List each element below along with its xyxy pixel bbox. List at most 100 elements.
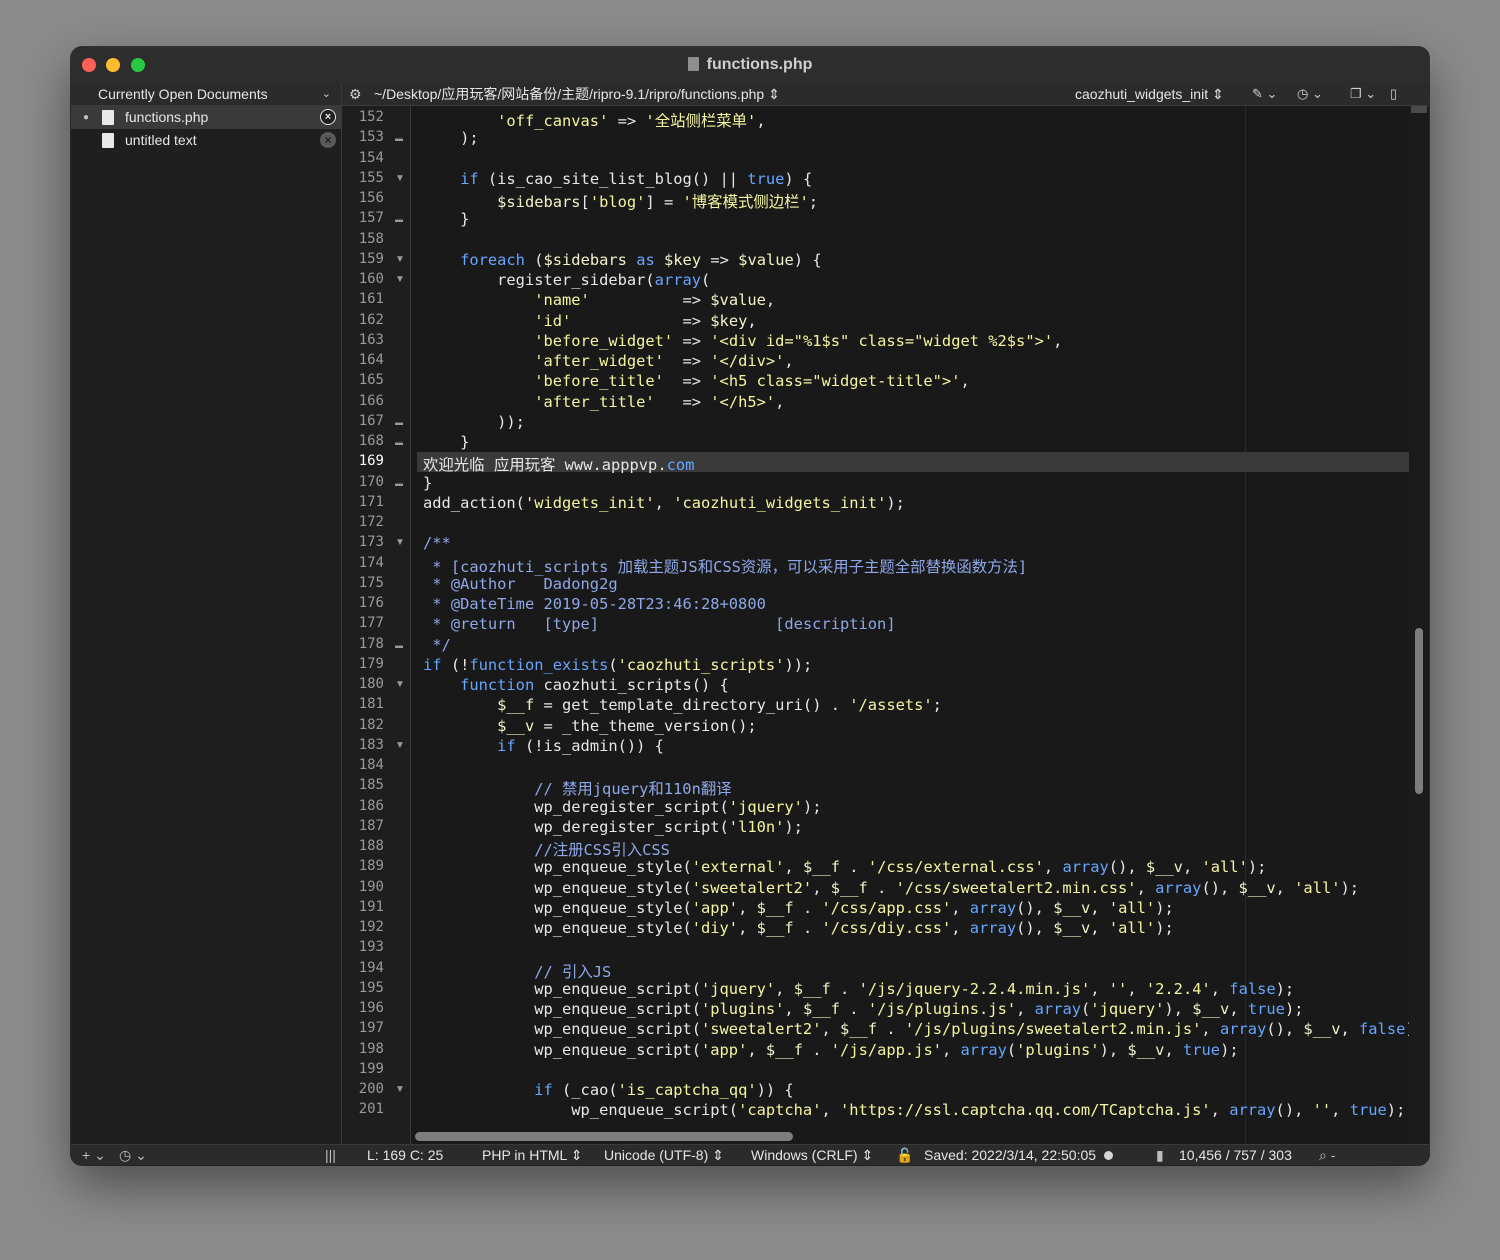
line-number: 173: [358, 534, 384, 551]
code-line: 'after_title' => '</h5>',: [423, 393, 784, 411]
encoding-popup[interactable]: Unicode (UTF-8) ⇕: [604, 1145, 724, 1165]
line-number: 191: [358, 898, 384, 915]
code-token: ) {: [793, 250, 822, 269]
code-token: ;: [808, 193, 819, 211]
code-token: if: [460, 169, 479, 188]
history-icon[interactable]: ◷ ⌄: [1297, 83, 1323, 105]
line-number: 172: [358, 514, 384, 530]
code-token: (),: [1016, 919, 1054, 937]
vertical-scrollbar[interactable]: [1409, 106, 1429, 1147]
saved-status: Saved: 2022/3/14, 22:50:05: [924, 1145, 1114, 1165]
chevron-down-icon[interactable]: ⌄: [322, 83, 331, 105]
fold-end-icon[interactable]: ▬: [395, 134, 403, 143]
document-item-untitled[interactable]: untitled text ×: [71, 129, 341, 152]
code-token: // 禁用jquery和110n翻译: [534, 780, 732, 799]
code-token: ,: [960, 372, 970, 391]
code-token: $__v: [1053, 898, 1091, 917]
document-item-functions[interactable]: ● functions.php ×: [71, 106, 341, 129]
fold-end-icon[interactable]: ▬: [395, 641, 403, 650]
code-token: */: [432, 635, 451, 654]
code-token: '': [1108, 979, 1128, 998]
code-token: =>: [571, 311, 711, 330]
code-token: );: [1275, 979, 1295, 998]
code-token: false: [1229, 979, 1276, 998]
code-token: ,: [1210, 979, 1230, 998]
fold-triangle-icon[interactable]: ▼: [395, 254, 405, 265]
code-token: ,: [1016, 1000, 1035, 1018]
code-line: wp_enqueue_style('sweetalert2', $__f . '…: [423, 879, 1359, 897]
fold-end-icon[interactable]: ▬: [395, 418, 403, 427]
document-stats-icon: ▮: [1156, 1147, 1164, 1163]
line-number: 199: [358, 1060, 384, 1077]
code-token: (: [608, 655, 618, 674]
open-documents-header[interactable]: Currently Open Documents ⌄: [71, 83, 341, 106]
code-line: wp_enqueue_script('captcha', 'https://ss…: [423, 1101, 1405, 1119]
recent-documents-button[interactable]: ◷ ⌄: [119, 1145, 147, 1165]
code-token: );: [802, 797, 822, 816]
line-number: 179: [358, 655, 384, 672]
fold-end-icon[interactable]: ▬: [395, 215, 403, 224]
line-number: 156: [358, 190, 384, 206]
code-token: 'all': [1201, 858, 1248, 877]
code-token: foreach: [460, 250, 525, 269]
line-number: 171: [358, 493, 384, 510]
line-endings-popup[interactable]: Windows (CRLF) ⇕: [751, 1145, 873, 1165]
fold-triangle-icon[interactable]: ▼: [395, 274, 405, 285]
code-token: 'off_canvas': [497, 112, 609, 130]
fold-triangle-icon[interactable]: ▼: [395, 1084, 405, 1095]
code-token: (: [1081, 1000, 1091, 1018]
function-popup[interactable]: caozhuti_widgets_init ⇕: [1075, 83, 1224, 105]
fold-end-icon[interactable]: ▬: [395, 479, 403, 488]
document-info-icon[interactable]: ▯: [1390, 83, 1397, 105]
code-line: if (!is_admin()) {: [423, 737, 664, 755]
gear-icon[interactable]: ⚙: [349, 83, 362, 105]
add-label: +: [82, 1147, 91, 1163]
modified-dot-icon: ●: [83, 112, 90, 123]
clock-icon: ◷: [119, 1147, 132, 1163]
cursor-position[interactable]: L: 169 C: 25: [367, 1145, 443, 1165]
code-token: 'after_title': [534, 392, 655, 411]
split-bar[interactable]: [1411, 106, 1427, 113]
zoom-minus: -: [1330, 1147, 1336, 1163]
code-token: ,: [775, 979, 794, 998]
marker-icon[interactable]: ✎ ⌄: [1252, 83, 1277, 105]
close-document-icon[interactable]: ×: [320, 132, 336, 148]
code-token: 'caozhuti_scripts': [617, 655, 785, 674]
code-token: '</div>': [710, 352, 785, 370]
code-editor[interactable]: 'off_canvas' => '全站侧栏菜单', ); if (is_cao_…: [411, 106, 1409, 1147]
code-token: if: [423, 655, 442, 674]
fold-triangle-icon[interactable]: ▼: [395, 537, 405, 548]
code-token: ,: [747, 1040, 766, 1059]
line-number: 187: [358, 817, 384, 834]
code-line: register_sidebar(array(: [423, 271, 710, 289]
fold-end-icon[interactable]: ▬: [395, 438, 403, 447]
code-token: 欢迎光临 应用玩客 www.apppvp.: [423, 456, 667, 475]
file-path-popup[interactable]: ~/Desktop/应用玩客/网站备份/主题/ripro-9.1/ripro/f…: [374, 83, 780, 105]
line-number-gutter: 152 153 ▬ 154 155 ▼ 156 157 ▬ 158 159 ▼ 160 ▼ 161 162 16…: [342, 106, 411, 1147]
code-line: 'before_title' => '<h5 class="widget-tit…: [423, 372, 970, 390]
vertical-scroll-thumb[interactable]: [1415, 628, 1423, 794]
document-icon: [687, 57, 699, 71]
code-token: 'is_captcha_qq': [617, 1081, 757, 1099]
horizontal-scroll-thumb[interactable]: [415, 1132, 793, 1141]
fold-triangle-icon[interactable]: ▼: [395, 173, 405, 184]
zoom-icon[interactable]: ⌕ -: [1319, 1145, 1335, 1165]
line-number: 183: [358, 736, 384, 753]
add-document-button[interactable]: + ⌄: [82, 1145, 106, 1165]
code-token: ,: [654, 493, 674, 512]
fold-triangle-icon[interactable]: ▼: [395, 740, 405, 751]
close-document-icon[interactable]: ×: [320, 109, 336, 125]
code-line: // 引入JS: [423, 960, 611, 982]
code-token: ,: [738, 919, 757, 937]
sidebar-resize-handle[interactable]: |||: [325, 1145, 336, 1165]
lock-icon[interactable]: 🔓: [896, 1145, 913, 1165]
fold-triangle-icon[interactable]: ▼: [395, 679, 405, 690]
code-token: * @Author Dadong2g: [432, 574, 618, 593]
code-token: ,: [784, 1000, 803, 1018]
split-window-icon[interactable]: ❐ ⌄: [1350, 83, 1376, 105]
code-token: '/assets': [849, 696, 933, 715]
language-popup[interactable]: PHP in HTML ⇕: [482, 1145, 582, 1165]
open-documents-title: Currently Open Documents: [98, 86, 268, 102]
code-line: wp_deregister_script('jquery');: [423, 798, 821, 816]
code-token: 'diy': [691, 919, 739, 937]
